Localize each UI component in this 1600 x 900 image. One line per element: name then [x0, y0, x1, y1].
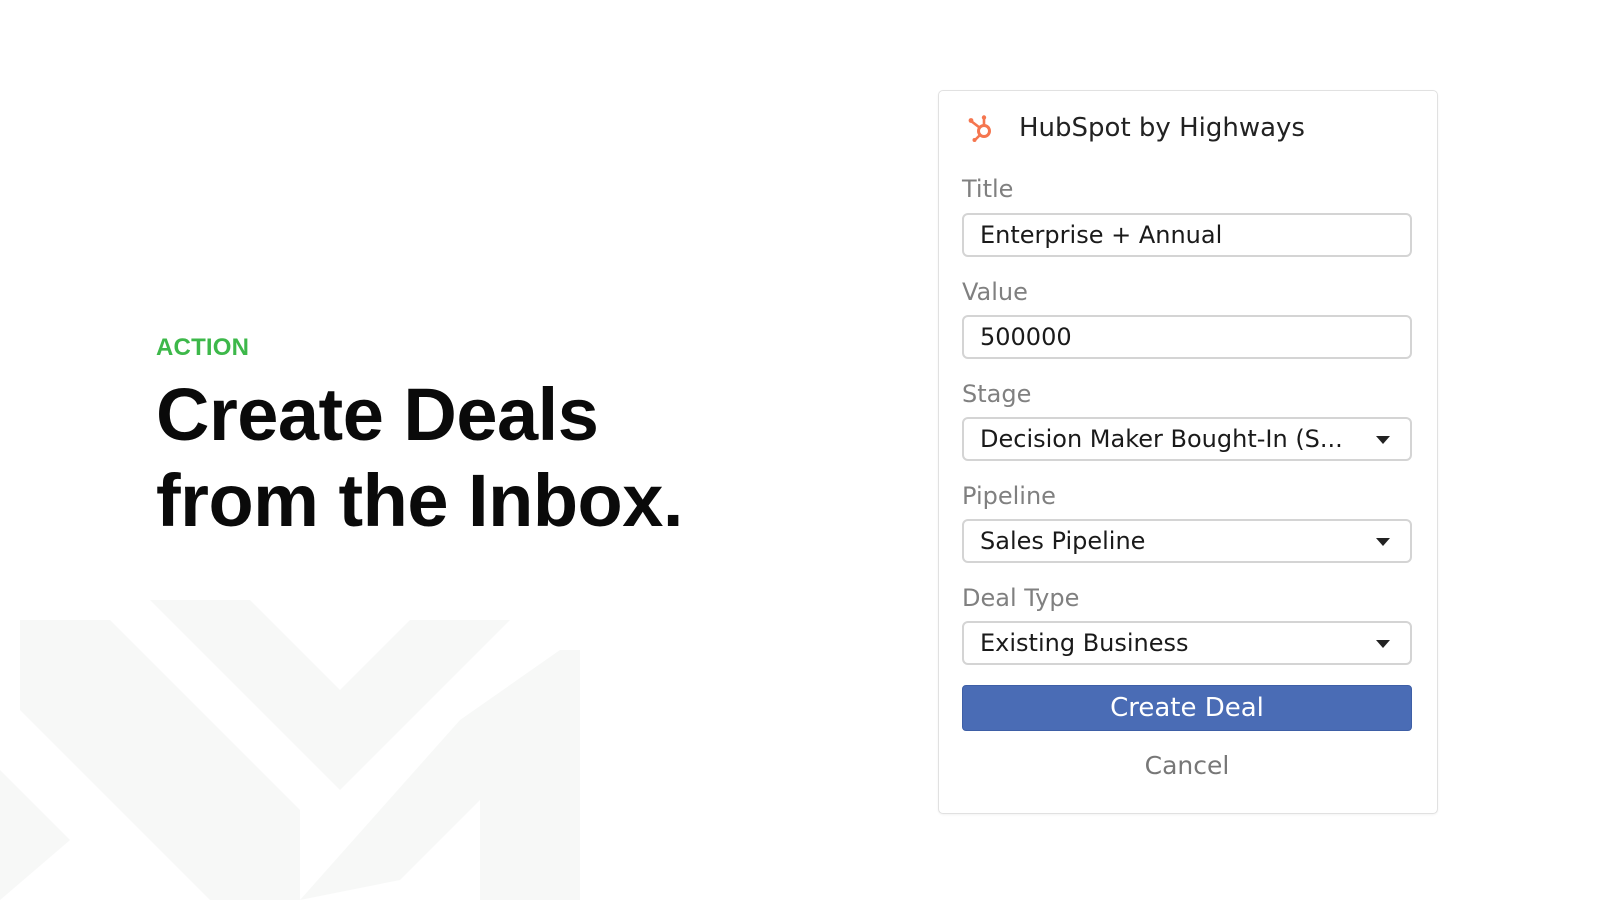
hero-section: ACTION Create Deals from the Inbox.	[156, 334, 683, 544]
headline-line-1: Create Deals	[156, 373, 599, 456]
pipeline-label: Pipeline	[962, 482, 1056, 510]
deal-type-label: Deal Type	[962, 584, 1080, 612]
headline-line-2: from the Inbox.	[156, 459, 683, 542]
section-eyebrow: ACTION	[156, 334, 250, 361]
deal-type-select[interactable]: Existing Business	[962, 621, 1412, 665]
value-input[interactable]: 500000	[962, 315, 1412, 359]
title-input-value: Enterprise + Annual	[980, 221, 1223, 249]
background-chevron-pattern	[0, 600, 580, 900]
title-input[interactable]: Enterprise + Annual	[962, 213, 1412, 257]
value-input-value: 500000	[980, 323, 1072, 351]
stage-select[interactable]: Decision Maker Bought-In (S...	[962, 417, 1412, 461]
panel-header: HubSpot by Highways	[967, 113, 1305, 143]
deal-type-select-value: Existing Business	[980, 629, 1189, 657]
pipeline-select[interactable]: Sales Pipeline	[962, 519, 1412, 563]
hubspot-sprocket-icon	[968, 115, 991, 142]
title-label: Title	[962, 175, 1014, 203]
create-deal-button[interactable]: Create Deal	[962, 685, 1412, 731]
stage-label: Stage	[962, 380, 1032, 408]
panel-title: HubSpot by Highways	[1019, 113, 1305, 143]
chevron-down-icon	[1376, 436, 1390, 444]
value-label: Value	[962, 278, 1028, 306]
stage-select-value: Decision Maker Bought-In (S...	[980, 425, 1343, 453]
create-deal-panel: HubSpot by Highways Title Enterprise + A…	[938, 90, 1438, 814]
page-headline: Create Deals from the Inbox.	[156, 372, 683, 544]
chevron-down-icon	[1376, 538, 1390, 546]
cancel-button[interactable]: Cancel	[962, 746, 1412, 786]
pipeline-select-value: Sales Pipeline	[980, 527, 1146, 555]
chevron-down-icon	[1376, 640, 1390, 648]
